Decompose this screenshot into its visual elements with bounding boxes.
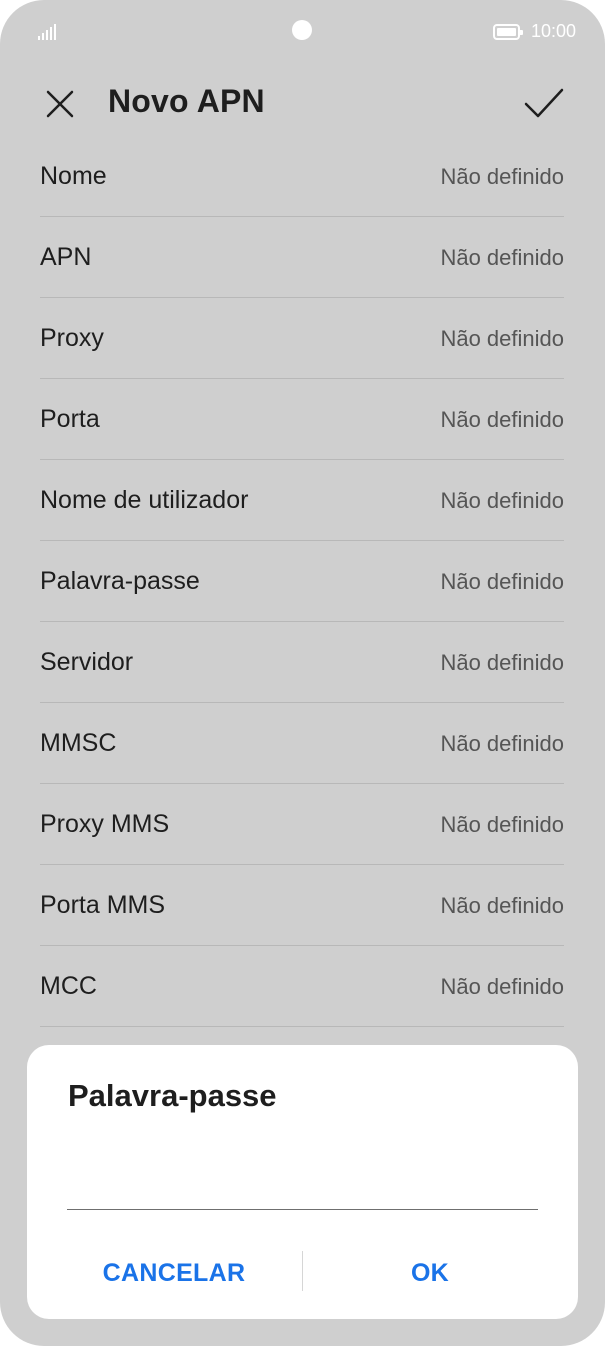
field-value: Não definido — [440, 650, 564, 675]
cancel-button[interactable]: CANCELAR — [64, 1251, 284, 1295]
field-value: Não definido — [440, 488, 564, 513]
apn-field-list: Nome Não definido APN Não definido Proxy… — [40, 136, 564, 1027]
field-label: Proxy MMS — [40, 810, 170, 838]
field-label: Nome — [40, 162, 107, 190]
field-row-proxy[interactable]: Proxy Não definido — [40, 298, 564, 379]
field-value: Não definido — [440, 893, 564, 918]
field-label: Porta MMS — [40, 891, 166, 919]
field-label: MCC — [40, 972, 97, 1000]
status-bar: 10:00 — [0, 0, 605, 64]
field-label: Servidor — [40, 648, 134, 676]
field-value: Não definido — [440, 974, 564, 999]
field-row-nome[interactable]: Nome Não definido — [40, 136, 564, 217]
battery-icon — [493, 24, 523, 40]
field-value: Não definido — [440, 245, 564, 270]
field-row-mmsc[interactable]: MMSC Não definido — [40, 703, 564, 784]
page-title: Novo APN — [108, 83, 265, 119]
confirm-button[interactable] — [520, 80, 568, 128]
field-row-palavra-passe[interactable]: Palavra-passe Não definido — [40, 541, 564, 622]
field-label: Porta — [40, 405, 100, 433]
field-value: Não definido — [440, 569, 564, 594]
close-button[interactable] — [40, 84, 80, 124]
dialog-title: Palavra-passe — [68, 1078, 277, 1113]
field-row-nome-de-utilizador[interactable]: Nome de utilizador Não definido — [40, 460, 564, 541]
field-label: Proxy — [40, 324, 104, 352]
ok-button[interactable]: OK — [320, 1251, 540, 1295]
password-input[interactable] — [67, 1165, 538, 1210]
field-row-servidor[interactable]: Servidor Não definido — [40, 622, 564, 703]
field-label: Palavra-passe — [40, 567, 200, 595]
field-label: APN — [40, 243, 92, 271]
field-row-porta-mms[interactable]: Porta MMS Não definido — [40, 865, 564, 946]
field-value: Não definido — [440, 326, 564, 351]
field-value: Não definido — [440, 731, 564, 756]
field-row-porta[interactable]: Porta Não definido — [40, 379, 564, 460]
password-dialog: Palavra-passe CANCELAR OK — [27, 1045, 578, 1319]
phone-screen: 10:00 Novo APN Nome Não definido APN Não… — [0, 0, 605, 1346]
field-row-apn[interactable]: APN Não definido — [40, 217, 564, 298]
status-time: 10:00 — [531, 21, 577, 41]
camera-cutout — [292, 20, 312, 40]
field-label: MMSC — [40, 729, 117, 757]
field-row-mcc[interactable]: MCC Não definido — [40, 946, 564, 1027]
field-value: Não definido — [440, 407, 564, 432]
close-icon — [46, 90, 74, 118]
signal-icon — [38, 24, 58, 40]
field-row-proxy-mms[interactable]: Proxy MMS Não definido — [40, 784, 564, 865]
field-value: Não definido — [440, 812, 564, 837]
field-value: Não definido — [440, 164, 564, 189]
field-label: Nome de utilizador — [40, 486, 249, 514]
dialog-button-divider — [302, 1251, 303, 1291]
checkmark-icon — [524, 88, 564, 118]
